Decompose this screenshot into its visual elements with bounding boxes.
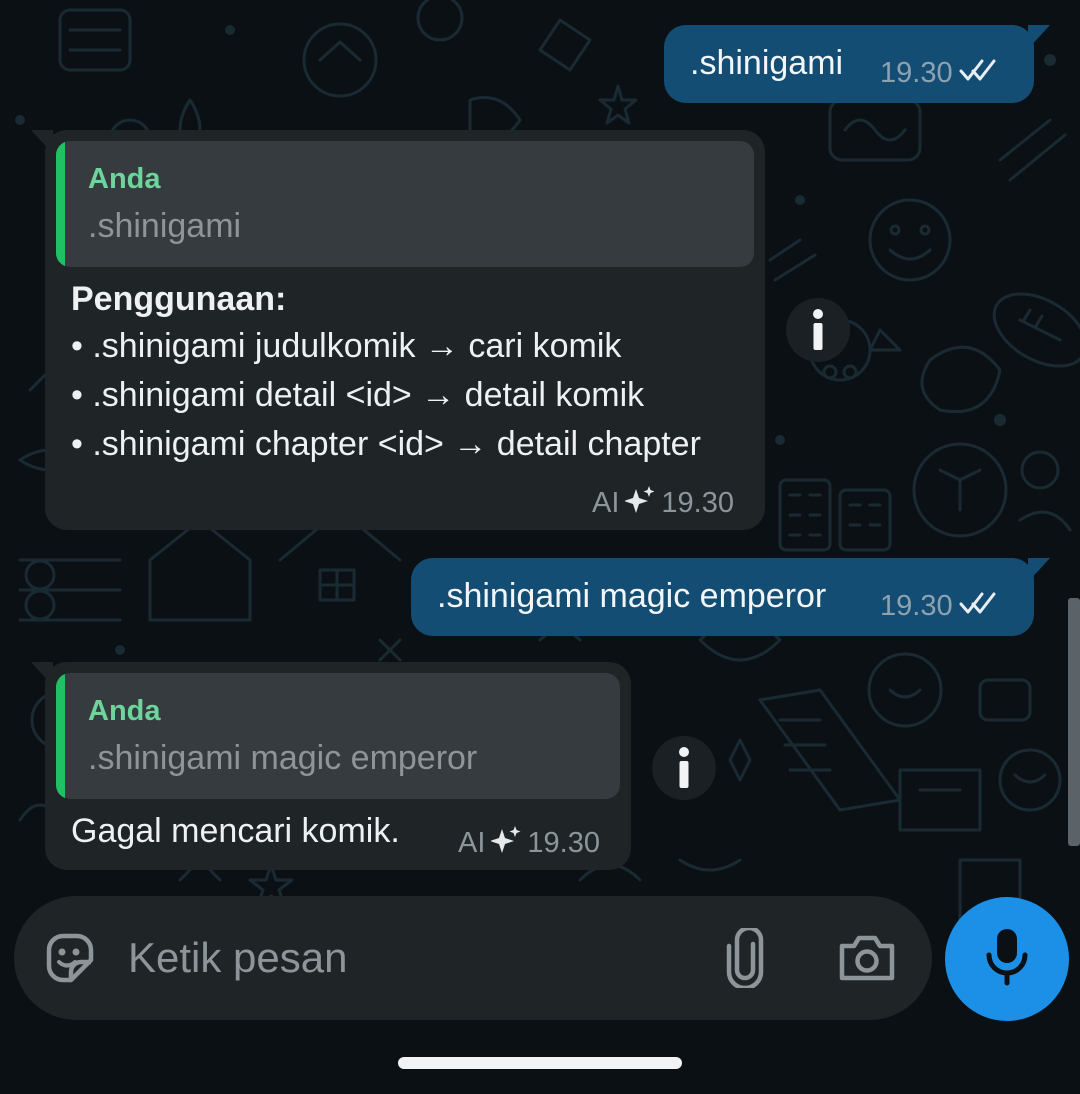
message-composer[interactable]: Ketik pesan [14,896,932,1020]
message-text: .shinigami magic emperor [437,577,827,615]
scrollbar[interactable] [1068,598,1080,846]
ai-sparkle-icon [624,485,655,521]
message-time: 19.30 [527,826,600,859]
camera-icon[interactable] [836,927,898,989]
quote-author: Anda [88,163,161,195]
message-line: • .shinigami detail <id> → detail komik [71,376,645,414]
info-icon[interactable] [786,298,850,362]
info-icon[interactable] [652,736,716,800]
sticker-icon[interactable] [38,927,100,989]
incoming-message[interactable]: Anda .shinigami magic emperor Gagal menc… [31,662,631,870]
microphone-button[interactable] [945,897,1069,1021]
double-check-icon [959,57,1003,90]
microphone-icon [985,927,1029,992]
ai-sparkle-icon [490,825,521,861]
message-time: 19.30 [880,57,953,89]
quote-text: .shinigami magic emperor [88,739,478,777]
message-meta: 19.30 [880,57,1003,90]
message-meta: 19.30 [880,590,1003,623]
quote-author: Anda [88,695,161,727]
double-check-icon [959,590,1003,623]
incoming-message[interactable]: Anda .shinigami Penggunaan: • .shinigami… [31,130,765,530]
message-heading: Penggunaan: [71,280,287,318]
message-line: • .shinigami chapter <id> → detail chapt… [71,425,701,463]
message-input[interactable]: Ketik pesan [128,934,347,982]
quote-accent-bar [56,141,65,267]
bubble-tail [1028,558,1050,582]
quote-text: .shinigami [88,207,242,245]
bubble-tail [31,662,53,686]
message-meta: AI 19.30 [592,485,734,521]
message-time: 19.30 [880,590,953,622]
outgoing-message[interactable]: .shinigami magic emperor 19.30 [411,558,1050,636]
quoted-message[interactable]: Anda .shinigami [56,141,754,267]
outgoing-message[interactable]: .shinigami 19.30 [664,25,1050,103]
home-indicator[interactable] [398,1057,682,1069]
quoted-message[interactable]: Anda .shinigami magic emperor [56,673,620,799]
bubble-tail [31,130,53,154]
message-time: 19.30 [661,486,734,519]
message-line: Gagal mencari komik. [71,812,400,850]
chat-screen: .shinigami 19.30 Anda .shinigami Penggun… [0,0,1080,1094]
quote-accent-bar [56,673,65,799]
message-text: .shinigami [690,44,844,82]
paperclip-icon[interactable] [714,927,776,989]
ai-label: AI [592,486,620,519]
bubble-tail [1028,25,1050,49]
system-navigation-bar [0,1033,1080,1094]
message-line: • .shinigami judulkomik → cari komik [71,327,622,365]
ai-label: AI [458,826,486,859]
message-meta: AI 19.30 [458,825,600,861]
